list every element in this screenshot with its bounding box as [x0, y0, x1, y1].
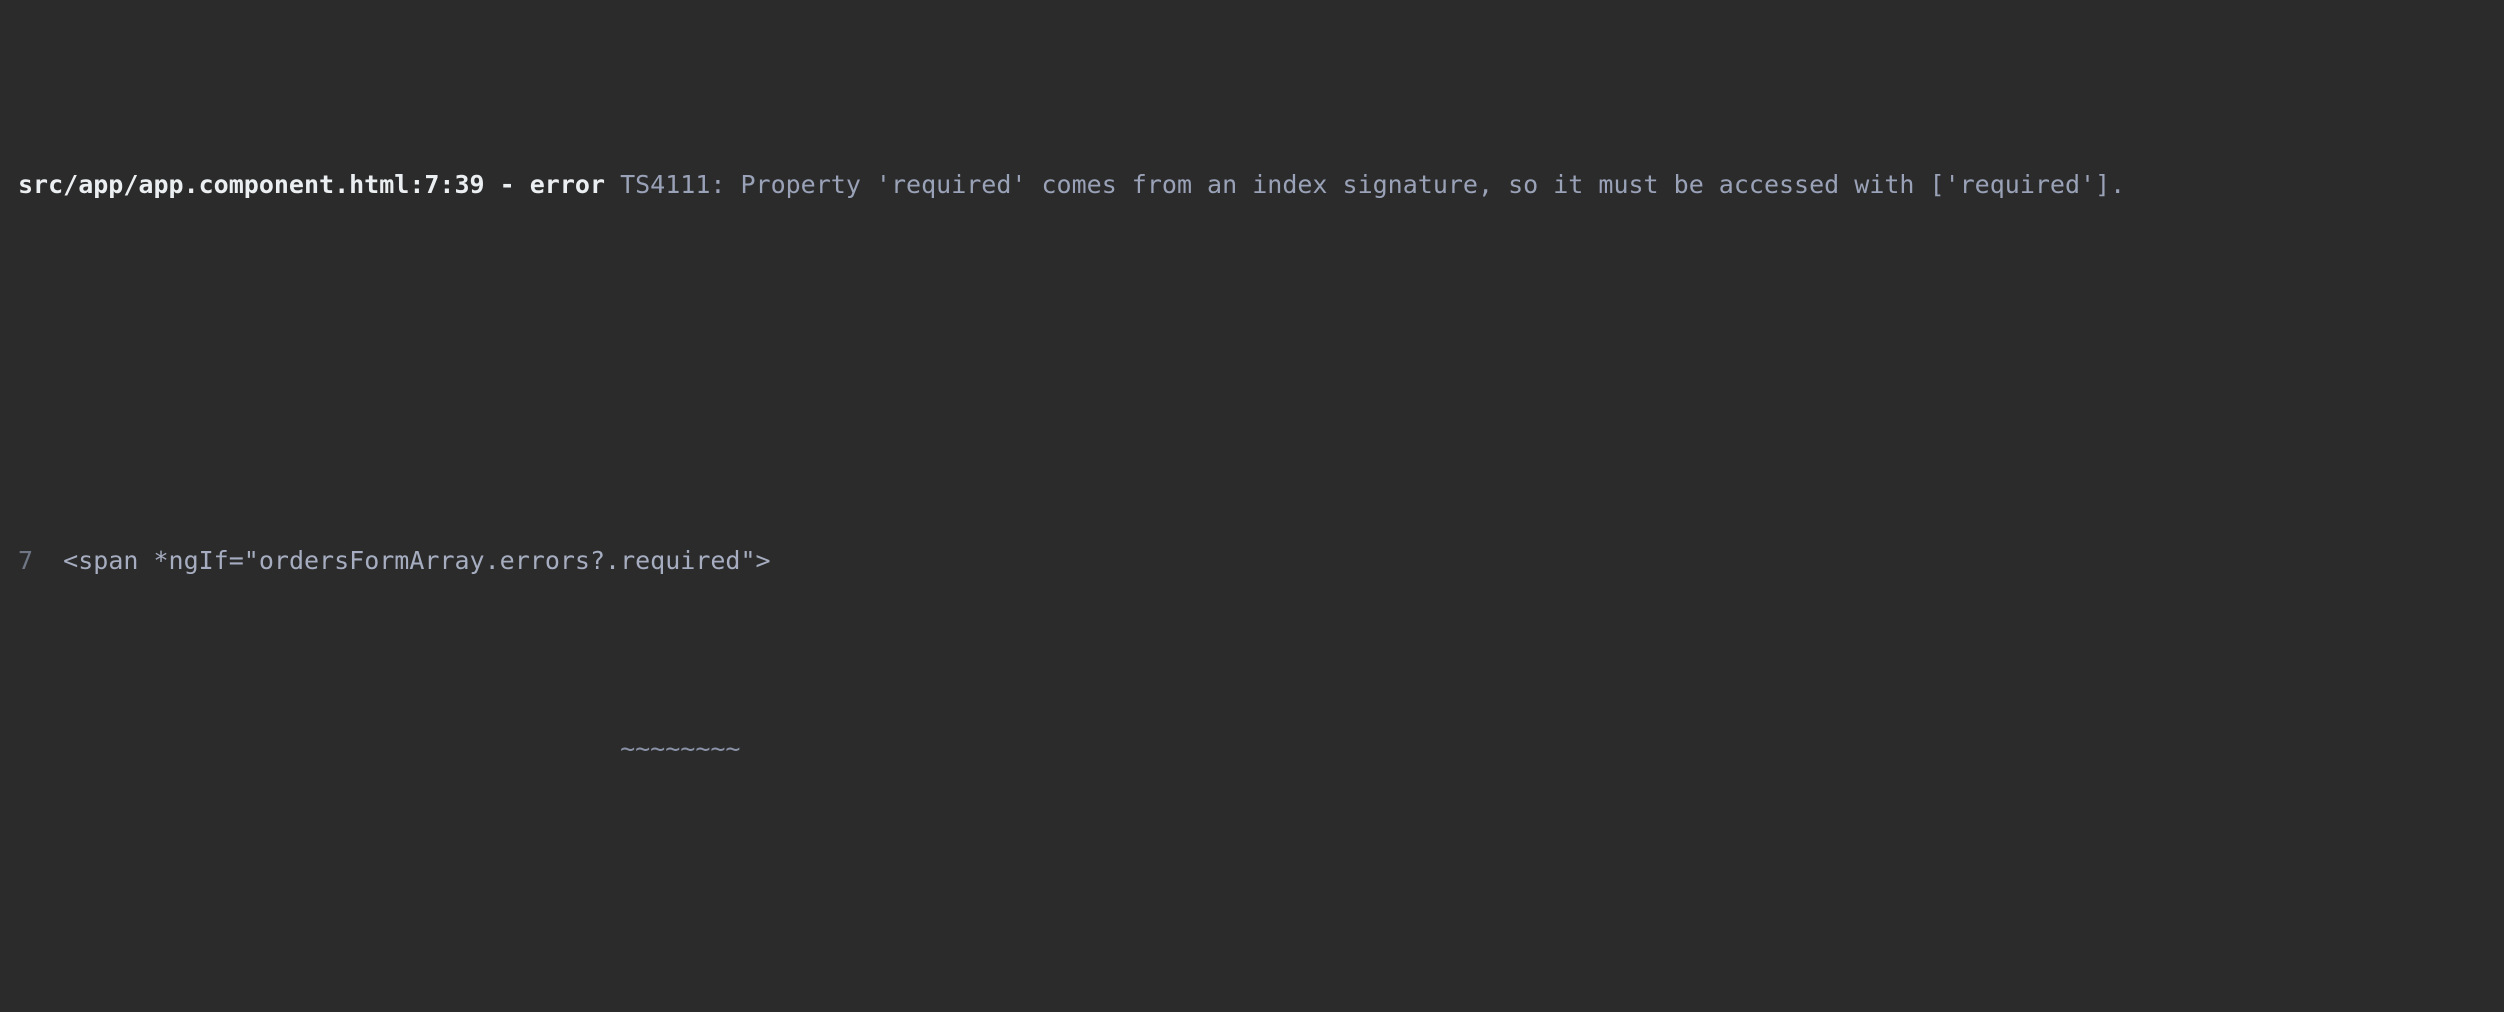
error-file-location[interactable]: src/app/app.component.html:7:39 — [18, 170, 485, 199]
diagnostic-header-line: src/app/app.component.html:7:39 - error … — [0, 161, 2504, 208]
error-squiggle-underline: ~~~~~~~~ — [620, 734, 741, 763]
code-frame-source: <span *ngIf="ordersFormArray.errors?.req… — [63, 546, 771, 575]
spacer-after-frame — [0, 913, 2504, 960]
code-frame-squiggle-line: ~~~~~~~~ — [0, 725, 2504, 772]
error-message-text: TS4111: Property 'required' comes from a… — [620, 170, 2126, 199]
spacer-after-header — [0, 349, 2504, 396]
terminal-output: src/app/app.component.html:7:39 - error … — [0, 0, 2504, 763]
error-severity-keyword: - error — [484, 170, 621, 199]
squiggle-indent — [18, 734, 620, 763]
code-frame-gutter-gap — [33, 546, 63, 575]
code-frame-line-number: 7 — [18, 546, 34, 575]
code-frame-line: 7 <span *ngIf="ordersFormArray.errors?.r… — [0, 537, 2504, 584]
